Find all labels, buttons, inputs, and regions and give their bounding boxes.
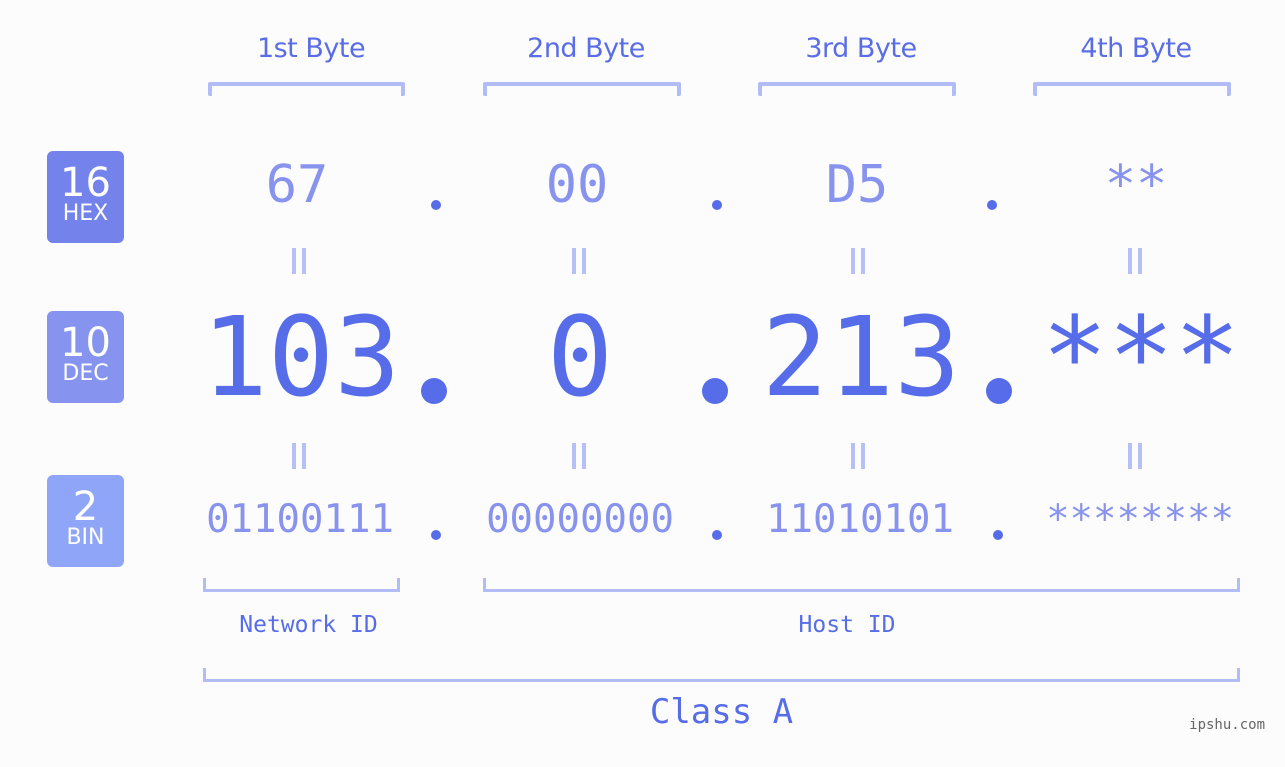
bin-dot-1 <box>431 530 441 540</box>
hex-base-label: HEX <box>62 201 109 226</box>
dec-byte-3: 213 <box>761 293 961 421</box>
bin-byte-2: 00000000 <box>486 497 674 542</box>
bin-dot-3 <box>993 530 1003 540</box>
network-id-bracket <box>203 578 400 592</box>
hex-byte-2: 00 <box>545 155 609 215</box>
bin-byte-3: 11010101 <box>766 497 954 542</box>
dec-byte-1: 103 <box>201 293 401 421</box>
dec-dot-3 <box>986 378 1012 404</box>
host-id-bracket <box>483 578 1240 592</box>
byte-header-4: 4th Byte <box>1080 33 1192 64</box>
bin-base-label: BIN <box>66 525 105 550</box>
class-bracket <box>203 668 1240 682</box>
bin-base-number: 2 <box>72 484 99 530</box>
dec-byte-4: *** <box>1041 293 1241 421</box>
bin-badge: 2 BIN <box>47 475 124 567</box>
watermark: ipshu.com <box>1189 717 1265 733</box>
hex-byte-4: ** <box>1104 155 1168 215</box>
dec-dot-1 <box>421 378 447 404</box>
dec-badge: 10 DEC <box>47 311 124 403</box>
hex-byte-3: D5 <box>825 155 889 215</box>
dec-base-number: 10 <box>60 320 111 366</box>
equals-icon <box>851 248 865 274</box>
hex-dot-2 <box>712 200 722 210</box>
bin-byte-1: 01100111 <box>206 497 394 542</box>
bin-byte-4: ******** <box>1046 497 1234 542</box>
network-id-label: Network ID <box>239 612 378 638</box>
hex-byte-1: 67 <box>265 155 329 215</box>
ip-class-label: Class A <box>649 692 794 732</box>
equals-icon <box>292 443 306 469</box>
byte-bracket-4 <box>1033 82 1231 96</box>
equals-icon <box>292 248 306 274</box>
dec-byte-2: 0 <box>546 293 614 421</box>
byte-bracket-1 <box>208 82 405 96</box>
dec-base-label: DEC <box>62 361 109 386</box>
equals-icon <box>1128 248 1142 274</box>
hex-base-number: 16 <box>60 160 111 206</box>
equals-icon <box>1128 443 1142 469</box>
host-id-label: Host ID <box>798 612 896 638</box>
byte-header-2: 2nd Byte <box>527 33 645 64</box>
hex-badge: 16 HEX <box>47 151 124 243</box>
dec-dot-2 <box>702 378 728 404</box>
byte-header-1: 1st Byte <box>256 33 366 64</box>
hex-dot-1 <box>431 200 441 210</box>
hex-dot-3 <box>987 200 997 210</box>
equals-icon <box>851 443 865 469</box>
byte-header-3: 3rd Byte <box>805 33 917 64</box>
bin-dot-2 <box>712 530 722 540</box>
equals-icon <box>572 248 586 274</box>
byte-bracket-3 <box>758 82 956 96</box>
byte-bracket-2 <box>483 82 681 96</box>
equals-icon <box>572 443 586 469</box>
